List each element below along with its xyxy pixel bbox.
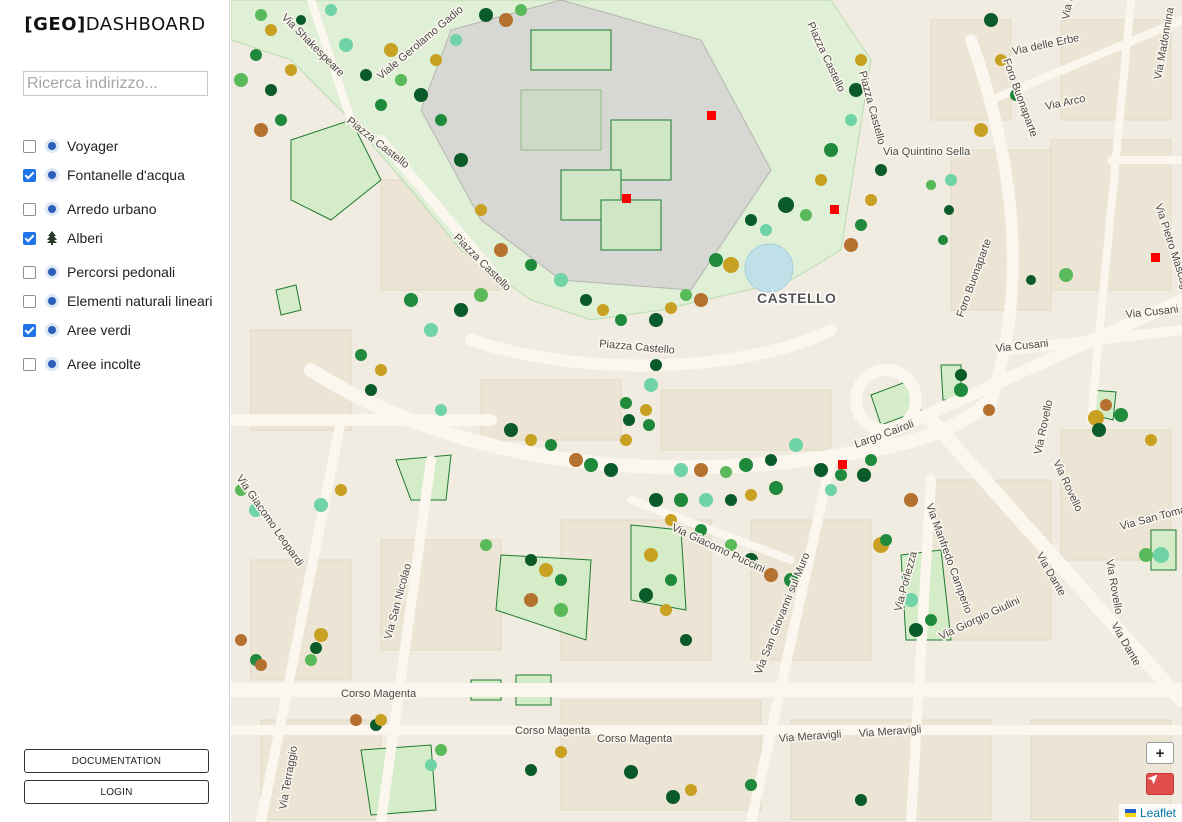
fountain-marker — [1151, 253, 1160, 262]
tree-icon — [45, 231, 59, 245]
layer-checkbox[interactable] — [23, 231, 36, 245]
layer-checkbox[interactable] — [23, 202, 36, 216]
navigation-arrow-icon — [1147, 774, 1158, 785]
street-label: Corso Magenta — [341, 688, 417, 700]
map-canvas[interactable]: CASTELLO Via Shakespeare Viale Gerolamo … — [231, 0, 1182, 822]
dot-icon — [45, 294, 59, 308]
layer-checkbox[interactable] — [23, 139, 36, 153]
documentation-button[interactable]: DOCUMENTATION — [24, 749, 209, 773]
fountain-marker — [622, 194, 631, 203]
district-label: CASTELLO — [757, 290, 836, 306]
street-label: Via Quintino Sella — [883, 146, 971, 158]
layer-label: Aree incolte — [67, 356, 141, 372]
layer-percorsi-pedonali[interactable]: Percorsi pedonali — [23, 263, 175, 281]
dot-icon — [45, 357, 59, 371]
layer-label: Voyager — [67, 138, 119, 154]
street-label: Corso Magenta — [597, 733, 673, 745]
logo-geo: [GEO] — [24, 14, 86, 35]
layer-fontanelle[interactable]: Fontanelle d'acqua — [23, 166, 185, 184]
layer-alberi[interactable]: Alberi — [23, 229, 103, 247]
address-search-input[interactable] — [23, 71, 208, 96]
layer-checkbox[interactable] — [23, 168, 36, 182]
layer-label: Alberi — [67, 230, 103, 246]
dot-icon — [45, 202, 59, 216]
street-label: Via Giacomo Leopardi — [234, 473, 306, 569]
leaflet-link[interactable]: Leaflet — [1140, 806, 1176, 820]
dot-icon — [45, 168, 59, 182]
layer-checkbox[interactable] — [23, 294, 36, 308]
layer-label: Percorsi pedonali — [67, 264, 176, 280]
map-attribution: Leaflet — [1118, 804, 1182, 822]
fountain-marker — [838, 460, 847, 469]
dot-icon — [45, 139, 59, 153]
layer-label: Fontanelle d'acqua — [67, 167, 185, 183]
layer-checkbox[interactable] — [23, 265, 36, 279]
layer-aree-verdi[interactable]: Aree verdi — [23, 321, 131, 339]
ukraine-flag-icon — [1124, 809, 1136, 817]
layer-aree-incolte[interactable]: Aree incolte — [23, 355, 141, 373]
map-view[interactable]: CASTELLO Via Shakespeare Viale Gerolamo … — [231, 0, 1182, 822]
fountain-marker — [830, 205, 839, 214]
dot-icon — [45, 265, 59, 279]
layer-label: Arredo urbano — [67, 201, 157, 217]
layer-voyager[interactable]: Voyager — [23, 137, 118, 155]
app-logo: [GEO]DASHBOARD — [0, 14, 230, 35]
layer-checkbox[interactable] — [23, 323, 36, 337]
login-button[interactable]: LOGIN — [24, 780, 209, 804]
sidebar: [GEO]DASHBOARD Voyager Fontanelle d'acqu… — [0, 0, 230, 822]
layer-arredo-urbano[interactable]: Arredo urbano — [23, 200, 157, 218]
fountain-marker — [707, 111, 716, 120]
logo-dashboard: DASHBOARD — [85, 14, 206, 35]
street-label: Corso Magenta — [515, 725, 591, 737]
street-label: Via Rovello — [1032, 399, 1055, 456]
street-label: Piazza Castello — [599, 338, 676, 357]
layer-label: Elementi naturali lineari — [67, 293, 213, 309]
locate-button[interactable] — [1146, 773, 1174, 795]
layer-elementi-naturali-lineari[interactable]: Elementi naturali lineari — [23, 292, 213, 310]
zoom-in-button[interactable]: + — [1146, 742, 1174, 764]
dot-icon — [45, 323, 59, 337]
layer-label: Aree verdi — [67, 322, 131, 338]
street-label: Via Pontaccio — [1060, 0, 1083, 21]
layer-checkbox[interactable] — [23, 357, 36, 371]
